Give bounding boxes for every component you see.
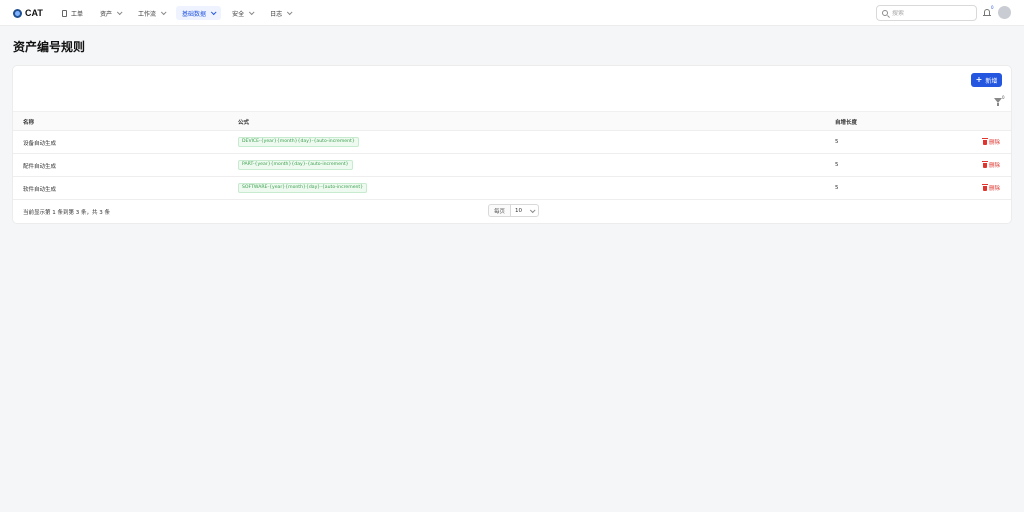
filter-count: 0 [1002,95,1005,100]
nav-item-logs[interactable]: 日志 [264,6,297,20]
page-size-select[interactable]: 10 [510,204,540,217]
formula-tag: SOFTWARE-{year}{month}{day}-{auto-increm… [238,183,368,193]
asset-number-rules-card: + 新增 0 名称 公式 自增长度 设备自动生成 DEVICE-{year}{m… [12,65,1012,224]
chevron-down-icon [248,9,255,16]
bell-icon-base [983,15,991,16]
nav-item-base-data[interactable]: 基础数据 [176,6,222,20]
table-header: 名称 公式 自增长度 [13,111,1011,131]
page-size-selector: 每页 10 [488,204,540,217]
avatar[interactable] [998,6,1011,19]
delete-label: 删除 [989,140,1001,146]
column-header-formula[interactable]: 公式 [238,118,249,126]
row-increment-length: 5 [835,185,839,191]
notification-count: 0 [991,5,994,10]
nav-item-workflow[interactable]: 工作流 [132,6,171,20]
table-row: 配件自动生成 PART-{year}{month}{day}-{auto-inc… [13,154,1011,177]
row-name: 设备自动生成 [23,141,57,147]
page-title: 资产编号规则 [13,40,86,54]
chevron-down-icon [160,9,167,16]
chevron-down-icon [116,9,123,16]
column-header-increment-length[interactable]: 自增长度 [835,118,857,126]
search-input[interactable] [892,9,972,17]
trash-icon [982,184,988,191]
nav-item-label: 工作流 [138,10,157,18]
formula-tag: PART-{year}{month}{day}-{auto-increment} [238,160,353,170]
filter-icon-stem [997,103,999,106]
row-increment-length: 5 [835,139,839,145]
delete-label: 删除 [989,186,1001,192]
page-size-value: 10 [515,207,523,214]
bell-icon[interactable] [983,8,991,17]
add-button-label: 新增 [985,77,998,85]
nav-item-security[interactable]: 安全 [226,6,259,20]
main-nav: 工单 资产 工作流 基础数据 安全 日志 [56,6,302,20]
add-button[interactable]: + 新增 [971,73,1002,87]
table-row: 软件自动生成 SOFTWARE-{year}{month}{day}-{auto… [13,177,1011,200]
app-name: CAT [25,8,43,18]
filter-icon[interactable] [994,98,1002,107]
row-name: 配件自动生成 [23,164,57,170]
search-icon [882,10,888,16]
delete-button[interactable]: 删除 [982,184,1001,192]
chevron-down-icon [210,9,217,16]
nav-item-label: 资产 [100,10,113,18]
document-icon [62,9,67,17]
search-box[interactable] [876,5,977,21]
nav-item-label: 安全 [232,10,245,18]
row-increment-length: 5 [835,162,839,168]
delete-label: 删除 [989,163,1001,169]
trash-icon [982,161,988,168]
nav-item-label: 基础数据 [182,10,207,18]
plus-icon: + [975,75,983,84]
row-name: 软件自动生成 [23,187,57,193]
logo-icon [13,8,22,18]
nav-item-work-orders[interactable]: 工单 [56,6,89,20]
top-navigation-bar: CAT 工单 资产 工作流 基础数据 安全 日志 搜索 0 [0,0,1024,26]
chevron-down-icon [529,206,536,213]
column-header-name[interactable]: 名称 [23,118,34,126]
nav-item-assets[interactable]: 资产 [94,6,127,20]
chevron-down-icon [286,9,293,16]
app-logo[interactable]: CAT [13,7,43,19]
nav-item-label: 日志 [270,10,283,18]
trash-icon [982,138,988,145]
table-row: 设备自动生成 DEVICE-{year}{month}{day}-{auto-i… [13,131,1011,154]
pagination-summary: 当前显示第 1 条到第 3 条，共 3 条 [23,210,110,216]
formula-tag: DEVICE-{year}{month}{day}-{auto-incremen… [238,137,359,147]
page-size-label: 每页 [488,204,511,217]
delete-button[interactable]: 删除 [982,161,1001,169]
delete-button[interactable]: 删除 [982,138,1001,146]
nav-item-label: 工单 [71,10,84,18]
